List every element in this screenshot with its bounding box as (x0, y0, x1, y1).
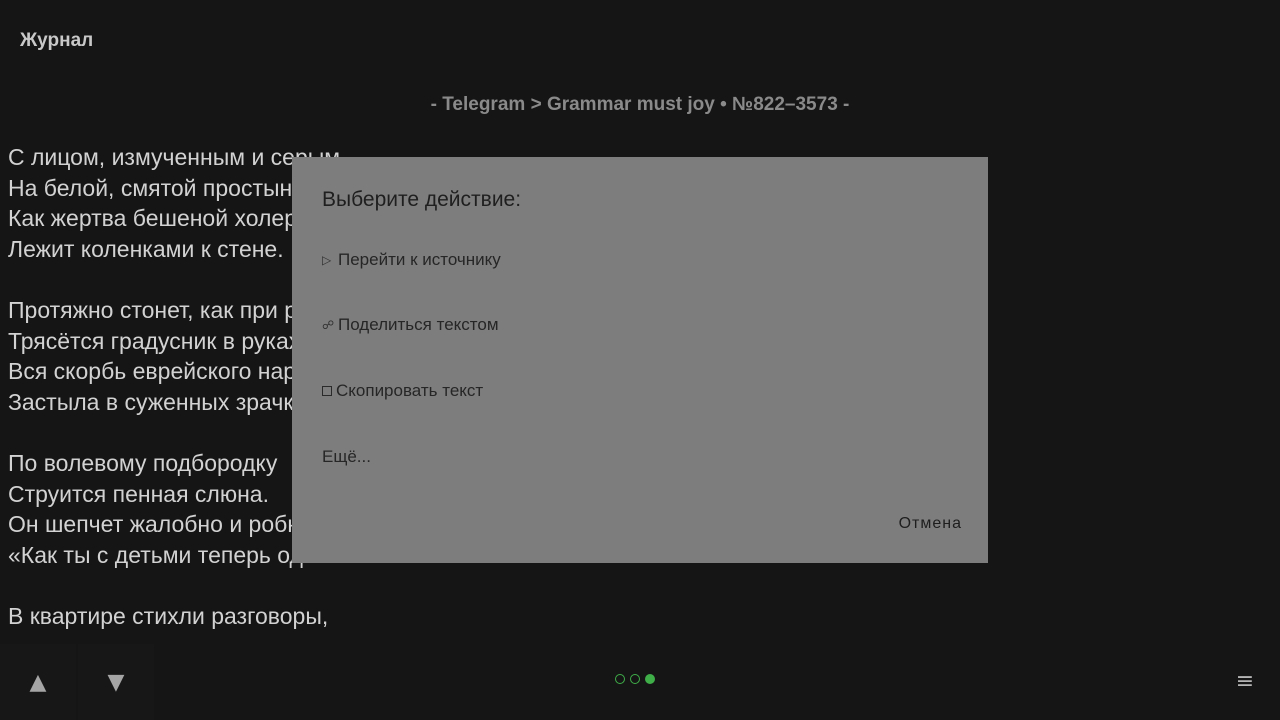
dialog-title: Выберите действие: (322, 188, 522, 211)
scroll-up-button[interactable]: ▲ (0, 644, 76, 720)
scroll-down-button[interactable]: ▼ (78, 644, 154, 720)
option-label: Поделиться текстом (338, 315, 499, 334)
option-label: Перейти к источнику (338, 250, 501, 269)
cancel-button[interactable]: Отмена (899, 515, 962, 533)
page-dot[interactable] (630, 674, 640, 684)
page-indicator (615, 674, 655, 684)
page-dot[interactable] (615, 674, 625, 684)
app-title: Журнал (20, 30, 94, 51)
more-option[interactable]: Ещё... (322, 442, 371, 472)
share-text-option[interactable]: ☍ Поделиться текстом (322, 310, 499, 340)
reader-screen: Журнал - Telegram > Grammar must joy • №… (0, 0, 1280, 720)
play-triangle-icon: ▷ (322, 253, 332, 267)
source-line[interactable]: - Telegram > Grammar must joy • №822–357… (0, 94, 1280, 116)
copy-text-option[interactable]: Скопировать текст (322, 376, 483, 406)
go-to-source-option[interactable]: ▷ Перейти к источнику (322, 245, 501, 275)
page-dot-active[interactable] (645, 674, 655, 684)
option-label: Скопировать текст (336, 381, 484, 400)
menu-icon: ≡ (1235, 668, 1255, 694)
up-arrow-icon: ▲ (29, 669, 47, 695)
poem-stanza: В квартире стихли разговоры, (8, 601, 354, 632)
copy-icon (322, 386, 332, 396)
option-label: Ещё... (322, 447, 371, 466)
action-dialog: Выберите действие: ▷ Перейти к источнику… (292, 157, 988, 563)
down-arrow-icon: ▼ (107, 669, 125, 695)
bottom-bar: ▲ ▼ ≡ (0, 644, 1280, 720)
share-icon: ☍ (322, 318, 335, 332)
poem-line: В квартире стихли разговоры, (8, 602, 329, 629)
menu-button[interactable]: ≡ (1230, 666, 1260, 696)
